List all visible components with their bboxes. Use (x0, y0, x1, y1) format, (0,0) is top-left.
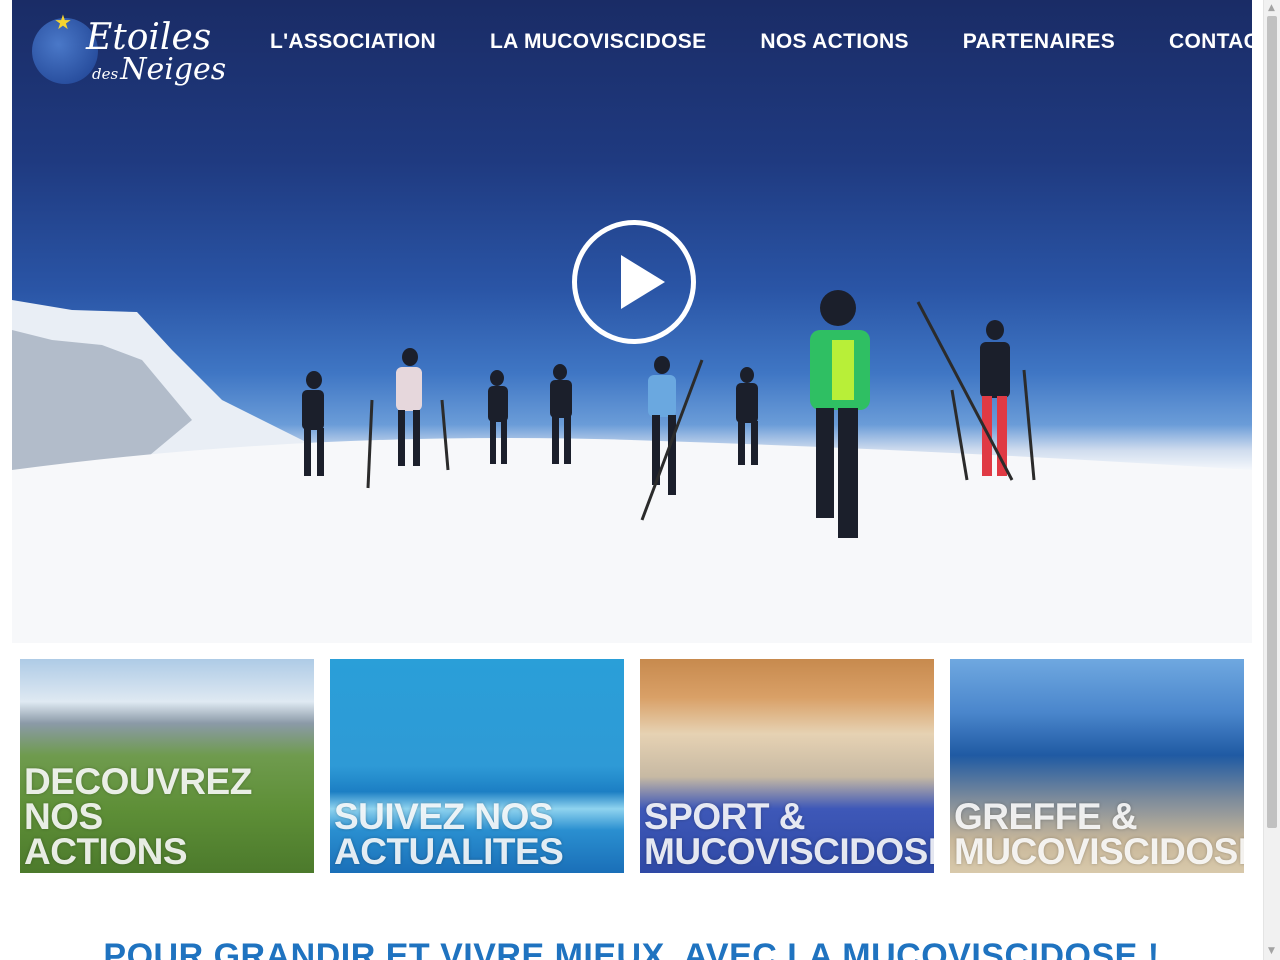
scrollbar-thumb[interactable] (1267, 16, 1277, 828)
nav-item-contacts[interactable]: CONTACTS (1169, 30, 1252, 54)
tile-decouvrez-actions[interactable]: DECOUVREZ NOS ACTIONS (20, 659, 314, 873)
nav-item-association[interactable]: L'ASSOCIATION (270, 30, 436, 54)
site-logo[interactable]: ★ Etoiles desNeiges (32, 10, 226, 90)
snow-field (12, 438, 1252, 643)
tile-label: DECOUVREZ NOS ACTIONS (24, 761, 252, 872)
play-icon (621, 255, 665, 309)
logo-text-des: des (92, 65, 119, 83)
page-tagline: POUR GRANDIR ET VIVRE MIEUX, AVEC LA MUC… (103, 937, 1160, 960)
nav-item-nos-actions[interactable]: NOS ACTIONS (760, 30, 908, 54)
nav-item-partenaires[interactable]: PARTENAIRES (963, 30, 1115, 54)
scroll-up-arrow-icon[interactable]: ▲ (1268, 4, 1275, 13)
tile-label: GREFFE & MUCOVISCIDOSE (954, 796, 1244, 872)
video-play-button[interactable] (572, 220, 696, 344)
vertical-scrollbar[interactable]: ▲ ▼ (1263, 0, 1280, 960)
scroll-down-arrow-icon[interactable]: ▼ (1268, 947, 1275, 956)
tile-suivez-actualites[interactable]: SUIVEZ NOS ACTUALITES (330, 659, 624, 873)
logo-text-neiges: Neiges (120, 52, 227, 87)
tile-sport-mucoviscidose[interactable]: SPORT & MUCOVISCIDOSE (640, 659, 934, 873)
feature-tiles: DECOUVREZ NOS ACTIONS SUIVEZ NOS ACTUALI… (20, 659, 1244, 873)
logo-text-des-neiges: desNeiges (92, 54, 226, 90)
nav-item-mucoviscidose[interactable]: LA MUCOVISCIDOSE (490, 30, 706, 54)
logo-star-icon: ★ (54, 10, 72, 34)
tile-label: SUIVEZ NOS ACTUALITES (334, 796, 564, 872)
tile-greffe-mucoviscidose[interactable]: GREFFE & MUCOVISCIDOSE (950, 659, 1244, 873)
logo-text-etoiles: Etoiles (86, 17, 212, 58)
main-nav: L'ASSOCIATION LA MUCOVISCIDOSE NOS ACTIO… (270, 30, 1252, 54)
page: ★ Etoiles desNeiges L'ASSOCIATION LA MUC… (0, 0, 1263, 960)
hero-banner: ★ Etoiles desNeiges L'ASSOCIATION LA MUC… (12, 0, 1252, 643)
tile-label: SPORT & MUCOVISCIDOSE (644, 796, 934, 872)
